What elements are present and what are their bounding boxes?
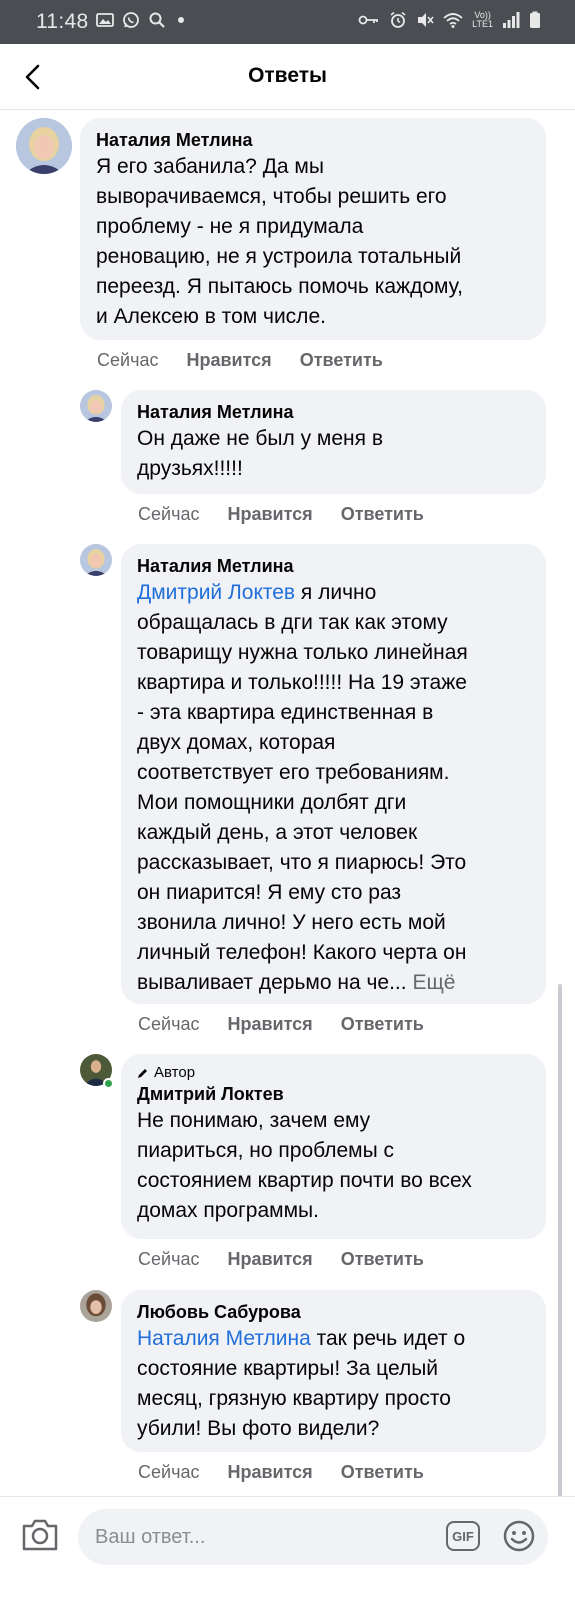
- comment-actions: Сейчас Нравится Ответить: [138, 1014, 424, 1035]
- status-left-icons: [96, 11, 184, 29]
- battery-icon: [530, 11, 540, 28]
- status-bar: 11:48 Vo)) LTE1: [0, 0, 575, 44]
- avatar-image: [80, 390, 112, 422]
- camera-button[interactable]: [20, 1517, 60, 1553]
- gif-button[interactable]: GIF: [446, 1521, 480, 1551]
- reply-composer: GIF: [0, 1496, 575, 1601]
- avatar[interactable]: [80, 544, 112, 576]
- comment-bubble[interactable]: Автор Дмитрий Локтев Не понимаю, зачем е…: [121, 1054, 546, 1239]
- reply-button[interactable]: Ответить: [341, 1014, 424, 1035]
- like-button[interactable]: Нравится: [227, 504, 312, 525]
- comment-actions: Сейчас Нравится Ответить: [138, 1462, 424, 1483]
- reply-button[interactable]: Ответить: [341, 1462, 424, 1483]
- comment-bubble[interactable]: Наталия Метлина Он даже не был у меня в …: [121, 390, 546, 494]
- comment-text: Я его забанила? Да мы выворачиваемся, чт…: [96, 155, 463, 328]
- comment-text-body: обращалась в дги так как этому товарищу …: [137, 611, 468, 994]
- comment-text-lead: я лично: [295, 581, 377, 604]
- status-time: 11:48: [36, 10, 89, 33]
- like-button[interactable]: Нравится: [186, 350, 271, 371]
- wifi-icon: [443, 13, 463, 28]
- comment-text-first-line: Дмитрий Локтев я лично: [137, 578, 530, 608]
- avatar-image: [16, 118, 72, 174]
- comment-actions: Сейчас Нравится Ответить: [97, 350, 383, 371]
- comment-time: Сейчас: [138, 504, 200, 524]
- mention-link[interactable]: Дмитрий Локтев: [137, 581, 295, 604]
- network-label: Vo)) LTE1: [472, 10, 493, 29]
- whatsapp-icon: [123, 12, 139, 28]
- comment-time: Сейчас: [97, 350, 159, 370]
- search-icon: [149, 12, 165, 28]
- comment-author[interactable]: Любовь Сабурова: [137, 1300, 530, 1324]
- comment-time: Сейчас: [138, 1014, 200, 1034]
- comment-author[interactable]: Наталия Метлина: [137, 400, 530, 424]
- comment-text-first-line: Наталия Метлина так речь идет о: [137, 1324, 530, 1354]
- page-title: Ответы: [248, 64, 327, 87]
- like-button[interactable]: Нравится: [227, 1462, 312, 1483]
- gallery-icon: [96, 13, 114, 27]
- avatar-image: [80, 1290, 112, 1322]
- mention-link[interactable]: Наталия Метлина: [137, 1327, 311, 1350]
- pencil-icon: [138, 1069, 147, 1078]
- reply-button[interactable]: Ответить: [341, 504, 424, 525]
- comment-bubble[interactable]: Любовь Сабурова Наталия Метлина так речь…: [121, 1290, 546, 1452]
- avatar[interactable]: [16, 118, 72, 174]
- comment-author[interactable]: Наталия Метлина: [96, 128, 530, 152]
- author-badge: Автор: [137, 1064, 530, 1082]
- emoji-button[interactable]: [502, 1519, 536, 1553]
- status-right-icons: Vo)) LTE1: [358, 11, 541, 29]
- reply-button[interactable]: Ответить: [341, 1249, 424, 1270]
- comment-author[interactable]: Наталия Метлина: [137, 554, 530, 578]
- see-more-link[interactable]: Ещё: [407, 971, 455, 994]
- emoji-icon: [503, 1520, 535, 1552]
- comment-actions: Сейчас Нравится Ответить: [138, 504, 424, 525]
- comment-author[interactable]: Дмитрий Локтев: [137, 1082, 530, 1106]
- comment-text-lead: так речь идет о: [310, 1327, 466, 1350]
- comment-bubble[interactable]: Наталия Метлина Я его забанила? Да мы вы…: [80, 118, 546, 340]
- avatar-image: [80, 544, 112, 576]
- avatar[interactable]: [80, 1290, 112, 1322]
- key-icon: [358, 15, 379, 25]
- comment-text: Не понимаю, зачем ему пиариться, но проб…: [137, 1109, 472, 1222]
- notification-dot: [178, 17, 184, 23]
- comment-text: состояние квартиры! За целый месяц, гряз…: [137, 1357, 451, 1440]
- signal-icon: [503, 12, 520, 28]
- comment-bubble[interactable]: Наталия Метлина Дмитрий Локтев я лично о…: [121, 544, 546, 1004]
- comment-time: Сейчас: [138, 1462, 200, 1482]
- header: Ответы: [0, 44, 575, 110]
- like-button[interactable]: Нравится: [227, 1249, 312, 1270]
- comment-actions: Сейчас Нравится Ответить: [138, 1249, 424, 1270]
- camera-icon: [22, 1519, 58, 1551]
- comment-text: Он даже не был у меня в друзьях!!!!!: [137, 427, 383, 480]
- comment-text: обращалась в дги так как этому товарищу …: [137, 608, 530, 998]
- alarm-icon: [390, 11, 406, 28]
- replies-sheet: Ответы Наталия Метлина Я его забанила? Д…: [0, 44, 575, 1601]
- reply-button[interactable]: Ответить: [300, 350, 383, 371]
- comment-time: Сейчас: [138, 1249, 200, 1269]
- author-badge-label: Автор: [154, 1064, 196, 1081]
- like-button[interactable]: Нравится: [227, 1014, 312, 1035]
- avatar[interactable]: [80, 390, 112, 422]
- online-status-dot: [103, 1078, 114, 1089]
- scrollbar[interactable]: [558, 984, 562, 1529]
- mute-icon: [418, 13, 434, 27]
